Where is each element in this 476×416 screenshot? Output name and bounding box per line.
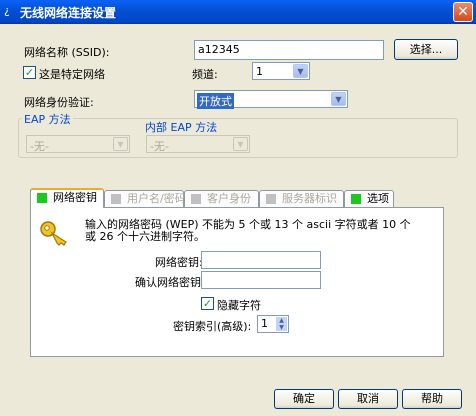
- specific-network-checkbox[interactable]: ✓: [23, 66, 36, 79]
- spin-down-icon[interactable]: ▼: [276, 324, 287, 331]
- tab-label: 客户身份: [207, 192, 251, 205]
- inner-eap-method-select: -无- ▼: [146, 135, 250, 153]
- channel-select[interactable]: 1 ▼: [252, 62, 310, 80]
- tab-client-identity: 客户身份: [184, 190, 259, 207]
- ok-button[interactable]: 确定: [274, 389, 334, 409]
- confirm-key-input[interactable]: [201, 271, 321, 289]
- title-bar[interactable]: ¿ 无线网络连接设置 ✕: [0, 0, 476, 24]
- help-button[interactable]: 帮助: [402, 389, 462, 409]
- ssid-input[interactable]: a12345: [194, 40, 384, 60]
- specific-network-label: 这是特定网络: [39, 68, 105, 81]
- tab-options[interactable]: 选项: [344, 190, 394, 207]
- status-indicator-icon: [191, 194, 201, 204]
- ssid-value: a12345: [198, 43, 240, 56]
- channel-label: 频道:: [192, 68, 218, 81]
- ssid-label: 网络名称 (SSID):: [24, 46, 110, 59]
- inner-eap-method-label: 内部 EAP 方法: [143, 119, 220, 135]
- key-description-line2: 或 26 个十六进制字符。: [85, 230, 205, 243]
- spin-up-icon[interactable]: ▲: [276, 317, 287, 324]
- browse-button[interactable]: 选择...: [394, 39, 458, 60]
- network-key-label: 网络密钥:: [155, 256, 203, 269]
- key-index-label: 密钥索引(高级):: [173, 320, 252, 333]
- confirm-key-label: 确认网络密钥:: [135, 276, 205, 289]
- hide-characters-checkbox[interactable]: ✓: [201, 297, 214, 310]
- close-button[interactable]: ✕: [453, 2, 473, 22]
- network-key-panel: 输入的网络密码 (WEP) 不能为 5 个或 13 个 ascii 字符或者 1…: [30, 207, 444, 357]
- tab-label: 用户名/密码: [127, 192, 186, 205]
- tab-server-identity: 服务器标识: [259, 190, 344, 207]
- eap-method-select: -无- ▼: [26, 135, 130, 153]
- auth-label: 网络身份验证:: [24, 96, 94, 109]
- cancel-button[interactable]: 取消: [338, 389, 398, 409]
- tab-label: 网络密钥: [53, 191, 97, 204]
- tab-label: 选项: [367, 192, 389, 205]
- chevron-down-icon[interactable]: ▼: [331, 92, 346, 106]
- inner-eap-anchor: [136, 126, 137, 127]
- auth-select[interactable]: 开放式 ▼: [194, 90, 348, 109]
- inner-eap-method-value: -无-: [150, 140, 169, 153]
- status-indicator-icon: [111, 194, 121, 204]
- chevron-down-icon: ▼: [113, 137, 128, 151]
- status-indicator-icon: [351, 194, 361, 204]
- network-key-input[interactable]: [201, 251, 321, 269]
- chevron-down-icon[interactable]: ▼: [293, 64, 308, 78]
- chevron-down-icon: ▼: [233, 137, 248, 151]
- key-icon: [40, 221, 67, 246]
- eap-method-label: EAP 方法: [22, 111, 73, 127]
- key-index-value: 1: [261, 317, 268, 330]
- tab-username-password: 用户名/密码: [104, 190, 186, 207]
- status-indicator-icon: [37, 193, 47, 203]
- key-index-spinner[interactable]: 1 ▲ ▼: [257, 315, 289, 333]
- auth-value: 开放式: [197, 93, 234, 109]
- eap-method-value: -无-: [30, 140, 49, 153]
- hide-characters-label: 隐藏字符: [217, 299, 261, 312]
- tab-network-key[interactable]: 网络密钥: [30, 188, 104, 208]
- settings-window: ¿ 无线网络连接设置 ✕ 网络名称 (SSID): a12345 选择... ✓…: [0, 0, 476, 416]
- channel-value: 1: [256, 65, 263, 78]
- status-indicator-icon: [266, 194, 276, 204]
- app-icon: ¿: [4, 4, 10, 17]
- close-icon: ✕: [457, 4, 469, 20]
- window-title: 无线网络连接设置: [20, 6, 117, 20]
- tab-label: 服务器标识: [282, 192, 337, 205]
